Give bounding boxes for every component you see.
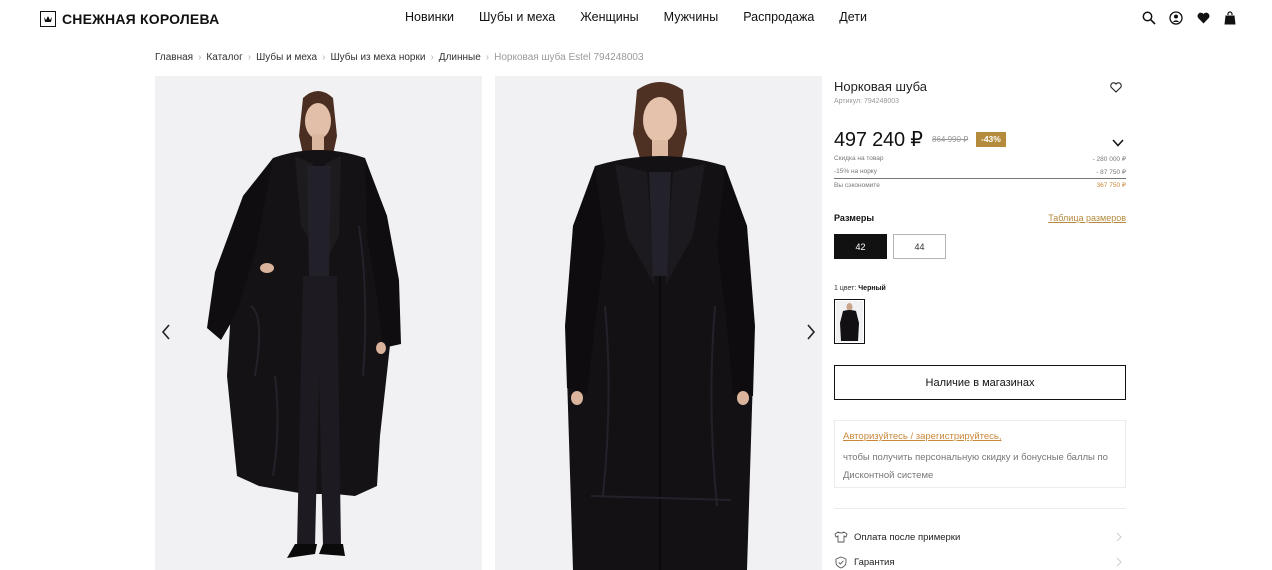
- chevron-right-icon: [1116, 532, 1122, 545]
- color-swatch-black[interactable]: [834, 299, 865, 344]
- size-option-44[interactable]: 44: [893, 234, 946, 259]
- breadcrumb-item-furs[interactable]: Шубы и меха: [256, 52, 317, 63]
- nav-item-new[interactable]: Новинки: [405, 10, 454, 24]
- breakdown-total-row: Вы сэкономите 367 750 ₽: [834, 178, 1126, 191]
- header-icons: [1130, 10, 1238, 26]
- price-breakdown: Скидка на товар - 280 000 ₽ -15% на норк…: [834, 152, 1126, 191]
- feature-pay-after-fitting[interactable]: Оплата после примерки: [834, 528, 1126, 546]
- breadcrumb-item-current: Норковая шуба Estel 794248003: [494, 52, 644, 63]
- breakdown-savings-value: 367 750 ₽: [1096, 182, 1126, 189]
- auth-promo-box: Авторизуйтесь / зарегистрируйтесь, чтобы…: [834, 420, 1126, 488]
- breadcrumb-item-mink[interactable]: Шубы из меха норки: [330, 52, 425, 63]
- size-table-link[interactable]: Таблица размеров: [1048, 213, 1126, 223]
- logo[interactable]: СНЕЖНАЯ КОРОЛЕВА: [40, 10, 219, 28]
- chevron-down-icon[interactable]: [1112, 134, 1124, 147]
- sizes-label: Размеры: [834, 213, 875, 223]
- chevron-right-icon: [1116, 557, 1122, 570]
- wishlist-heart-icon[interactable]: [1110, 80, 1122, 93]
- site-header: СНЕЖНАЯ КОРОЛЕВА Новинки Шубы и меха Жен…: [0, 0, 1272, 36]
- discount-badge: -43%: [976, 132, 1006, 147]
- nav-item-men[interactable]: Мужчины: [664, 10, 719, 24]
- breakdown-row: -15% на норку - 87 750 ₽: [834, 165, 1126, 178]
- breadcrumb: Главная › Каталог › Шубы и меха › Шубы и…: [155, 52, 644, 63]
- heart-icon[interactable]: [1195, 10, 1211, 26]
- main-nav: Новинки Шубы и меха Женщины Мужчины Расп…: [405, 10, 892, 24]
- breadcrumb-separator: ›: [247, 52, 252, 63]
- feature-label: Гарантия: [854, 556, 895, 568]
- breakdown-label: Скидка на товар: [834, 155, 884, 162]
- nav-item-sale[interactable]: Распродажа: [743, 10, 814, 24]
- breadcrumb-item-catalog[interactable]: Каталог: [206, 52, 242, 63]
- breadcrumb-item-home[interactable]: Главная: [155, 52, 193, 63]
- breadcrumb-item-long[interactable]: Длинные: [439, 52, 481, 63]
- breadcrumb-separator: ›: [485, 52, 490, 63]
- user-icon[interactable]: [1168, 10, 1184, 26]
- feature-label: Оплата после примерки: [854, 531, 961, 543]
- auth-link[interactable]: Авторизуйтесь / зарегистрируйтесь,: [843, 431, 1117, 442]
- nav-item-furs[interactable]: Шубы и меха: [479, 10, 555, 24]
- search-icon[interactable]: [1141, 10, 1157, 26]
- color-label: 1 цвет: Черный: [834, 285, 886, 292]
- auth-text: чтобы получить персональную скидку и бон…: [843, 452, 1108, 481]
- divider: [834, 508, 1126, 509]
- product-title: Норковая шуба: [834, 79, 928, 94]
- product-old-price: 864 990 ₽: [932, 135, 969, 144]
- feature-warranty[interactable]: Гарантия: [834, 553, 1126, 570]
- nav-item-women[interactable]: Женщины: [580, 10, 638, 24]
- logo-text: СНЕЖНАЯ КОРОЛЕВА: [62, 11, 220, 27]
- product-photo-1[interactable]: [155, 76, 482, 570]
- color-name: Черный: [858, 285, 886, 292]
- chevron-left-icon[interactable]: [156, 322, 176, 342]
- bag-icon[interactable]: [1222, 10, 1238, 26]
- breadcrumb-separator: ›: [430, 52, 434, 63]
- tshirt-icon: [834, 530, 848, 544]
- nav-item-kids[interactable]: Дети: [839, 10, 867, 24]
- breakdown-value: - 280 000 ₽: [1092, 155, 1126, 163]
- breakdown-label: -15% на норку: [834, 168, 877, 175]
- size-option-42[interactable]: 42: [834, 234, 887, 259]
- product-price: 497 240 ₽: [834, 129, 923, 151]
- color-count: 1 цвет:: [834, 285, 857, 292]
- chevron-right-icon[interactable]: [801, 322, 821, 342]
- breakdown-row: Скидка на товар - 280 000 ₽: [834, 152, 1126, 165]
- logo-mark-icon: [40, 11, 56, 27]
- breadcrumb-separator: ›: [322, 52, 326, 63]
- availability-button[interactable]: Наличие в магазинах: [834, 365, 1126, 400]
- product-photo-2[interactable]: [495, 76, 822, 570]
- shield-icon: [834, 555, 848, 569]
- breadcrumb-separator: ›: [198, 52, 202, 63]
- breakdown-label: Вы сэкономите: [834, 181, 880, 189]
- breakdown-value: - 87 750 ₽: [1096, 168, 1126, 176]
- product-article: Артикул: 794248003: [834, 98, 900, 105]
